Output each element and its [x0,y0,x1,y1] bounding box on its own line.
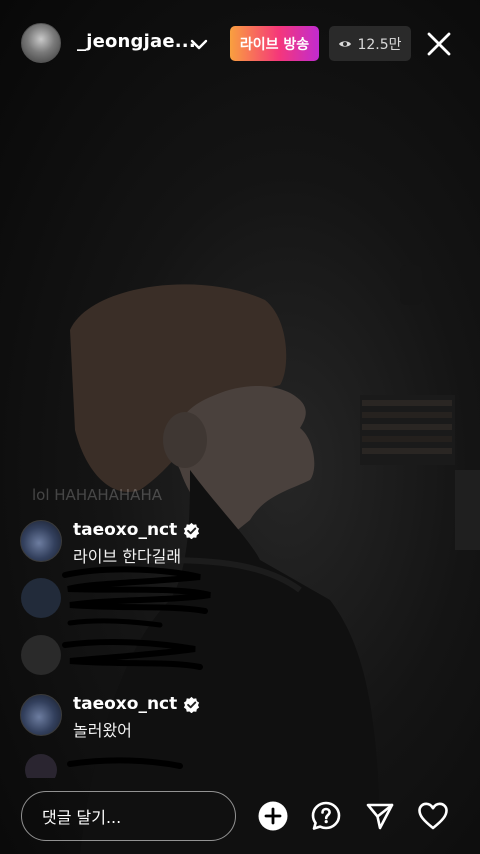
comment-input[interactable]: 댓글 달기... [21,791,236,841]
chevron-down-icon[interactable] [188,33,210,55]
redacted-comment-partial [25,754,183,778]
redacted-comments [21,566,211,675]
faded-comment: lol HAHAHAHAHA [32,486,162,504]
commenter-avatar[interactable] [20,694,62,736]
close-icon[interactable] [424,29,454,59]
viewer-count: 12.5만 [357,36,402,53]
live-badge-label: 라이브 방송 [239,36,310,53]
viewer-count-badge[interactable]: 12.5만 [329,26,411,61]
question-icon[interactable] [310,800,342,832]
add-icon[interactable] [257,800,289,832]
verified-badge-icon [184,696,200,713]
comment-input-placeholder: 댓글 달기... [42,808,122,827]
verified-badge-icon [184,522,200,539]
username[interactable]: _jeongjae... [77,31,196,52]
comment-item: taeoxo_nct 놀러왔어 [20,694,320,740]
live-badge: 라이브 방송 [230,26,319,61]
profile-avatar[interactable] [21,23,61,63]
comment-text: 놀러왔어 [73,721,132,740]
top-bar: _jeongjae... 라이브 방송 12.5만 [0,0,480,86]
commenter-name-row[interactable]: taeoxo_nct [73,694,200,714]
comment-item: taeoxo_nct 라이브 한다길래 [20,520,320,566]
send-icon[interactable] [364,800,396,832]
heart-icon[interactable] [417,800,449,832]
eye-icon [339,40,352,47]
comment-text: 라이브 한다길래 [73,547,182,566]
commenter-avatar[interactable] [20,520,62,562]
commenter-username: taeoxo_nct [73,694,178,714]
commenter-username: taeoxo_nct [73,520,178,540]
commenter-name-row[interactable]: taeoxo_nct [73,520,200,540]
